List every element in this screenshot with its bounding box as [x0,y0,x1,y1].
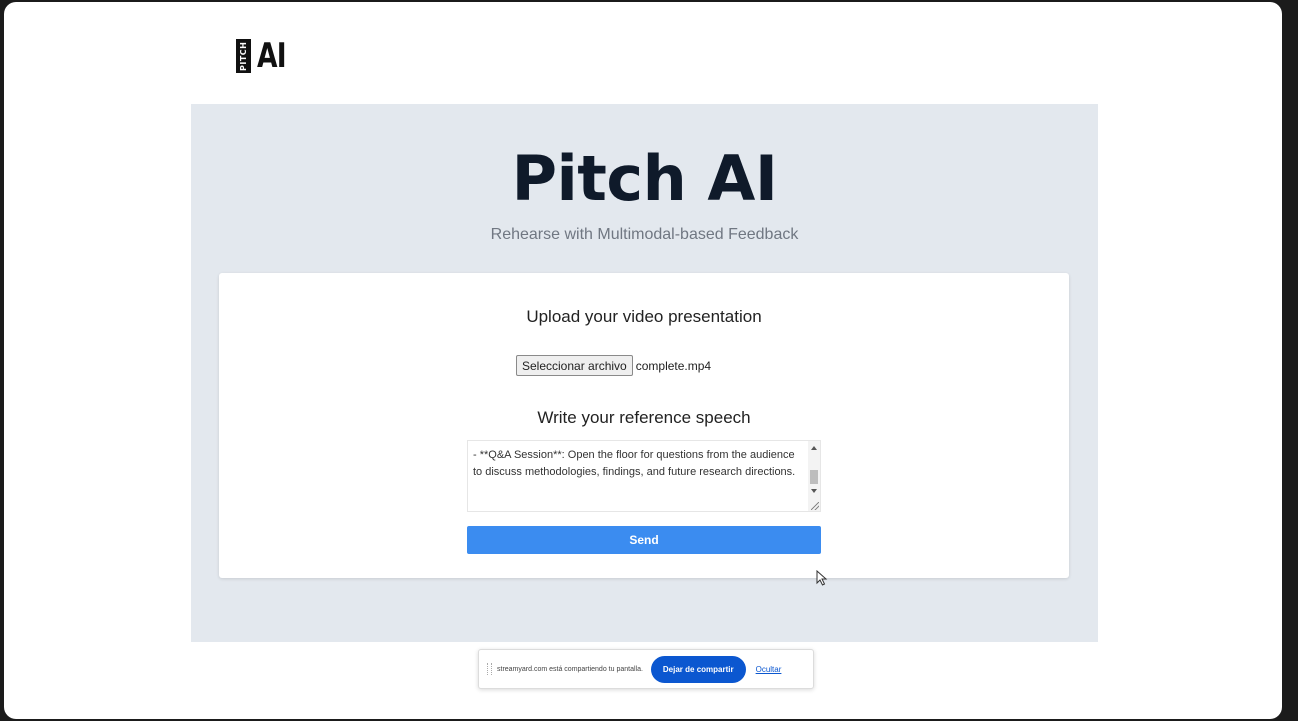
selected-file-name: complete.mp4 [635,358,712,373]
file-input[interactable]: Seleccionar archivo complete.mp4 [516,355,711,376]
share-notice-text: streamyard.com está compartiendo tu pant… [497,665,643,673]
upload-card: Upload your video presentation Seleccion… [219,273,1069,578]
screen-share-bar: streamyard.com está compartiendo tu pant… [478,649,814,689]
textarea-scrollbar[interactable] [808,441,820,511]
scroll-down-arrow-icon[interactable] [811,489,817,493]
logo-text: AI [257,36,287,76]
drag-handle-icon[interactable] [487,663,492,675]
send-button[interactable]: Send [467,526,821,554]
reference-speech-textarea[interactable]: - **Q&A Session**: Open the floor for qu… [467,440,821,512]
speech-heading: Write your reference speech [537,408,751,427]
hero-section: Pitch AI Rehearse with Multimodal-based … [191,104,1098,642]
mouse-cursor-icon [816,570,828,586]
pitch-ai-logo[interactable]: PITCH AI [236,36,294,76]
page-subtitle: Rehearse with Multimodal-based Feedback [490,226,799,243]
browser-viewport: PITCH AI Pitch AI Rehearse with Multimod… [4,2,1282,719]
reference-speech-text: - **Q&A Session**: Open the floor for qu… [473,449,796,478]
hide-link[interactable]: Ocultar [756,665,782,674]
choose-file-button[interactable]: Seleccionar archivo [516,355,633,376]
resize-grip-icon[interactable] [811,502,819,510]
stop-sharing-button[interactable]: Dejar de compartir [650,655,746,683]
logo-badge: PITCH [236,39,251,73]
upload-heading: Upload your video presentation [526,307,762,326]
page-title: Pitch AI [511,142,778,215]
scroll-thumb[interactable] [810,470,818,484]
scroll-up-arrow-icon[interactable] [811,446,817,450]
